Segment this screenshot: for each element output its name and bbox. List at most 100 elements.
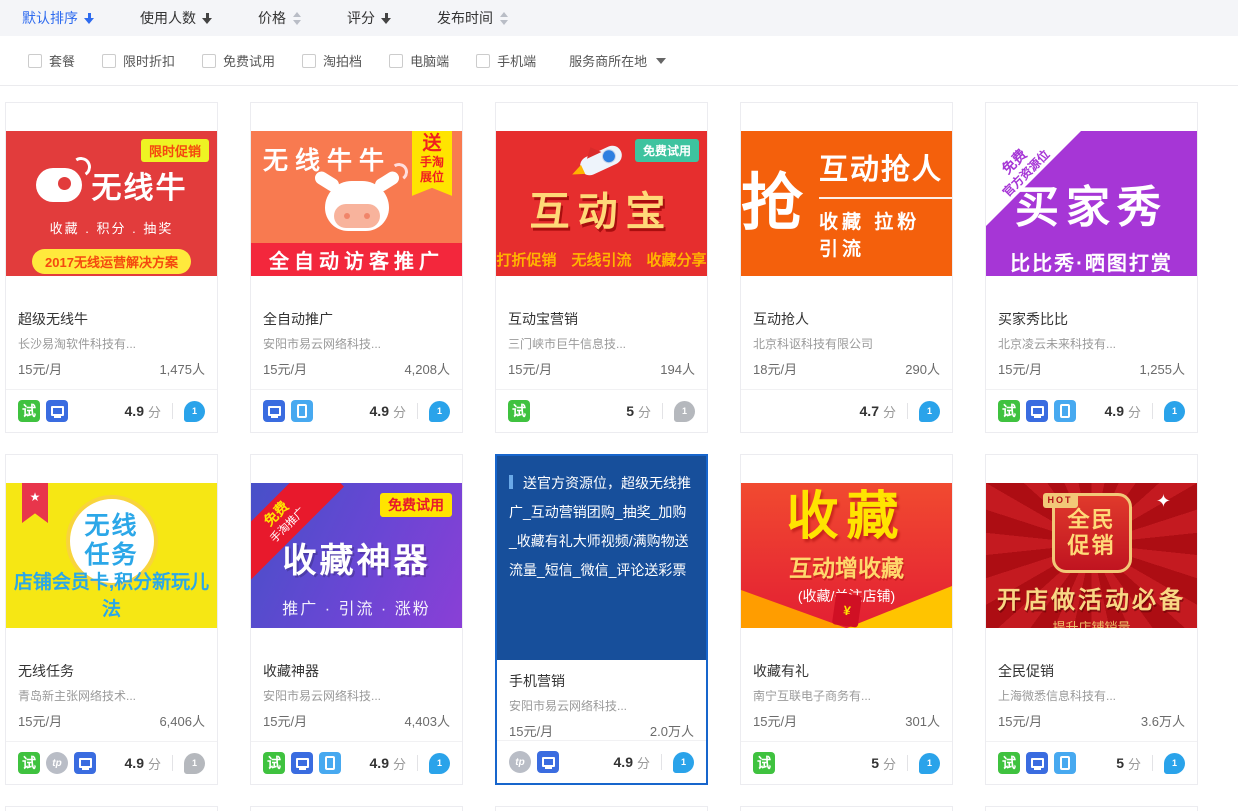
service-card-selected[interactable]: 送官方资源位，超级无线推广_互动营销团购_抽奖_加购_收藏有礼大师视频/满购物送… <box>495 454 708 785</box>
service-card[interactable]: 抢 互动抢人 收藏 拉粉 引流 互动抢人 北京科讴科技有限公司 18元/月 29… <box>740 102 953 433</box>
wangwang-icon[interactable]: 1 <box>184 401 205 422</box>
card-rating: 4.9 <box>370 755 389 771</box>
wangwang-icon[interactable]: 1 <box>1164 401 1185 422</box>
sort-updown-icon <box>293 12 301 25</box>
service-card[interactable]: 限时促销 无线牛 收藏 . 积分 . 抽奖 2017无线运营解决方案 超级无线牛… <box>5 102 218 433</box>
service-card[interactable] <box>985 806 1198 811</box>
service-card[interactable]: 免费 手淘推广 免费试用 收藏神器 推广 · 引流 · 涨粉 收藏神器 安阳市易… <box>250 454 463 785</box>
wangwang-icon[interactable]: 1 <box>1164 753 1185 774</box>
desktop-icon <box>46 400 68 422</box>
checkbox-icon[interactable] <box>28 54 42 68</box>
sort-users[interactable]: 使用人数 <box>140 8 212 28</box>
banner-title: 互动宝 <box>496 179 707 237</box>
card-title[interactable]: 收藏神器 <box>263 664 450 678</box>
sort-publish-time-label: 发布时间 <box>437 8 493 28</box>
sort-users-label: 使用人数 <box>140 8 196 28</box>
wangwang-icon[interactable]: 1 <box>184 753 205 774</box>
sparkle-icon: ✦ <box>1156 491 1171 512</box>
trial-badge-icon: 试 <box>998 400 1020 422</box>
card-title[interactable]: 超级无线牛 <box>18 312 205 326</box>
desktop-icon <box>537 751 559 773</box>
hot-tag: HOT <box>1043 493 1078 508</box>
checkbox-icon[interactable] <box>102 54 116 68</box>
filter-mobile-label: 手机端 <box>497 51 536 70</box>
banner-title: 收藏 <box>741 491 952 543</box>
sort-price[interactable]: 价格 <box>258 8 301 28</box>
card-rating: 5 <box>1116 755 1124 771</box>
wangwang-icon[interactable]: 1 <box>919 753 940 774</box>
wangwang-icon[interactable]: 1 <box>429 401 450 422</box>
service-card[interactable]: ★ 无线 任务 店铺会员卡,积分新玩儿法 无线任务 青岛新主张网络技术... 1… <box>5 454 218 785</box>
filter-mobile[interactable]: 手机端 <box>476 51 536 70</box>
card-title[interactable]: 互动抢人 <box>753 312 940 326</box>
card-title[interactable]: 买家秀比比 <box>998 312 1185 326</box>
service-card[interactable]: 免费试用 互动宝 打折促销 无线引流 收藏分享 互动宝营销 三门峡市巨牛信息技.… <box>495 102 708 433</box>
checkbox-icon[interactable] <box>476 54 490 68</box>
card-description-overlay: 送官方资源位，超级无线推广_互动营销团购_抽奖_加购_收藏有礼大师视频/满购物送… <box>497 456 706 660</box>
filter-limited-discount[interactable]: 限时折扣 <box>102 51 175 70</box>
filter-desktop[interactable]: 电脑端 <box>389 51 449 70</box>
card-banner-image: 免费试用 互动宝 打折促销 无线引流 收藏分享 <box>496 131 707 276</box>
cow-logo-icon <box>320 175 394 231</box>
sort-default[interactable]: 默认排序 <box>22 8 94 28</box>
card-banner-image: 收藏 互动增收藏 (收藏/关注店铺) ¥ <box>741 483 952 628</box>
trial-badge-icon: 试 <box>263 752 285 774</box>
filter-package[interactable]: 套餐 <box>28 51 75 70</box>
card-price: 15元/月 <box>998 363 1042 376</box>
card-users: 1,255人 <box>1139 363 1185 376</box>
card-price: 15元/月 <box>18 715 62 728</box>
card-title[interactable]: 收藏有礼_ <box>753 664 940 678</box>
sort-publish-time[interactable]: 发布时间 <box>437 8 508 28</box>
service-card[interactable]: 收藏 互动增收藏 (收藏/关注店铺) ¥ 收藏有礼_ 南宁互联电子商务有... … <box>740 454 953 785</box>
banner-subtitle: 店铺会员卡,积分新玩儿法 <box>6 567 217 621</box>
card-title[interactable]: 手机营销 <box>509 674 694 688</box>
banner-title: 无线牛牛 <box>263 141 391 177</box>
wangwang-icon[interactable]: 1 <box>674 401 695 422</box>
service-card[interactable] <box>740 806 953 811</box>
card-users: 3.6万人 <box>1141 715 1185 728</box>
card-title[interactable]: 全自动推广 <box>263 312 450 326</box>
card-title[interactable]: 互动宝营销 <box>508 312 695 326</box>
card-company: 长沙易淘软件科技有... <box>18 338 205 350</box>
arrow-down-icon <box>202 13 212 24</box>
filter-bar: 套餐 限时折扣 免费试用 淘拍档 电脑端 手机端 服务商所在地 <box>0 36 1238 86</box>
service-card[interactable]: ✦ HOT 全民 促销 开店做活动必备 提升店铺销量 全民促销 上海微悉信息科技… <box>985 454 1198 785</box>
checkbox-icon[interactable] <box>302 54 316 68</box>
star-icon: ★ <box>30 490 41 504</box>
trial-badge-icon: 试 <box>508 400 530 422</box>
desktop-icon <box>74 752 96 774</box>
arrow-down-icon <box>84 13 94 24</box>
checkbox-icon[interactable] <box>202 54 216 68</box>
service-card[interactable] <box>5 806 218 811</box>
filter-taopaidang[interactable]: 淘拍档 <box>302 51 362 70</box>
service-card[interactable]: 免费 官方资源位 买家秀 比比秀·晒图打赏 买家秀比比 北京凌云未来科技有...… <box>985 102 1198 433</box>
card-company: 三门峡市巨牛信息技... <box>508 338 695 350</box>
sort-rating[interactable]: 评分 <box>347 8 391 28</box>
banner-title: 无线牛 <box>92 163 188 207</box>
wangwang-icon[interactable]: 1 <box>429 753 450 774</box>
sort-price-label: 价格 <box>258 8 286 28</box>
wangwang-icon[interactable]: 1 <box>919 401 940 422</box>
card-banner-image: 免费 官方资源位 买家秀 比比秀·晒图打赏 <box>986 131 1197 276</box>
card-rating: 4.9 <box>125 755 144 771</box>
card-title[interactable]: 全民促销 <box>998 664 1185 678</box>
service-card[interactable] <box>250 806 463 811</box>
card-rating: 4.9 <box>125 403 144 419</box>
service-card[interactable]: 无线牛牛 送 手淘 展位 全自动访客推广 全自动推广 安阳市易云网络科技... … <box>250 102 463 433</box>
checkbox-icon[interactable] <box>389 54 403 68</box>
service-card[interactable] <box>495 806 708 811</box>
card-rating: 5 <box>871 755 879 771</box>
sort-rating-label: 评分 <box>347 8 375 28</box>
rocket-icon <box>575 143 629 177</box>
mobile-icon <box>1054 400 1076 422</box>
wangwang-icon[interactable]: 1 <box>673 752 694 773</box>
provider-location-dropdown[interactable]: 服务商所在地 <box>569 51 666 70</box>
card-rating: 4.9 <box>614 754 633 770</box>
card-rating: 4.9 <box>370 403 389 419</box>
promo-badge: HOT 全民 促销 <box>1052 493 1132 573</box>
card-title[interactable]: 无线任务 <box>18 664 205 678</box>
card-rating: 4.7 <box>860 403 879 419</box>
trial-badge-icon: 试 <box>998 752 1020 774</box>
card-banner-image: 抢 互动抢人 收藏 拉粉 引流 <box>741 131 952 276</box>
filter-free-trial[interactable]: 免费试用 <box>202 51 275 70</box>
